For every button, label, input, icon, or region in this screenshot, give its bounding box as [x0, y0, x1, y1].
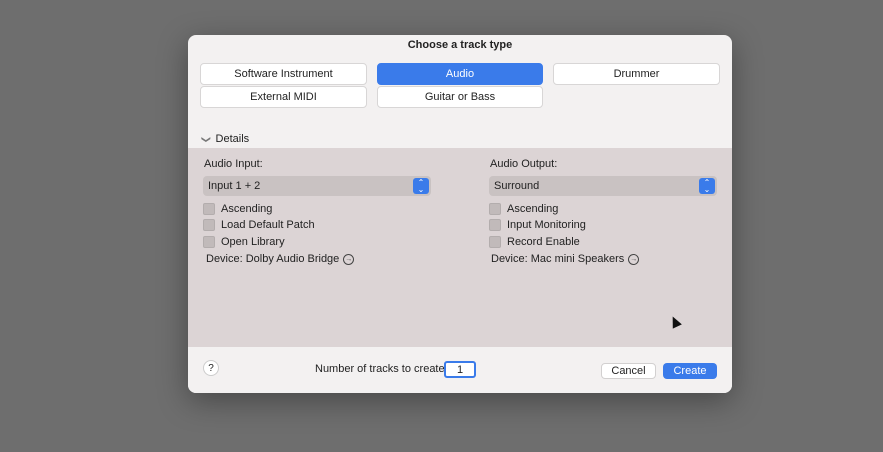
up-down-chevron-icon: ⌃ ⌄ [699, 178, 715, 194]
output-device-label: Device: Mac mini Speakers [491, 253, 625, 265]
output-device-link[interactable]: Device: Mac mini Speakers → [491, 253, 640, 265]
audio-input-label: Audio Input: [204, 158, 263, 170]
arrow-right-circle-icon: → [343, 253, 355, 265]
arrow-right-circle-icon: → [628, 253, 640, 265]
chevron-down-icon: ❯ [201, 135, 212, 143]
dialog-title: Choose a track type [407, 39, 513, 51]
help-button[interactable]: ? [203, 360, 219, 376]
details-disclosure[interactable]: ❯ Details [201, 133, 250, 145]
load-default-patch-checkbox[interactable]: Load Default Patch [203, 219, 315, 231]
audio-input-select[interactable]: Input 1 + 2 ⌃ ⌄ [203, 176, 431, 196]
track-type-drummer[interactable]: Drummer [553, 63, 720, 85]
checkbox-box [489, 236, 501, 248]
track-type-software-instrument[interactable]: Software Instrument [200, 63, 367, 85]
choose-track-type-dialog: Choose a track type Software Instrument … [188, 35, 732, 393]
checkbox-label: Ascending [507, 203, 559, 215]
up-down-chevron-icon: ⌃ ⌄ [413, 178, 429, 194]
checkbox-label: Load Default Patch [221, 219, 315, 231]
track-type-external-midi[interactable]: External MIDI [200, 86, 367, 108]
input-device-label: Device: Dolby Audio Bridge [206, 253, 340, 265]
checkbox-label: Input Monitoring [507, 219, 586, 231]
checkbox-label: Record Enable [507, 236, 580, 248]
audio-input-value: Input 1 + 2 [208, 180, 261, 192]
open-library-checkbox[interactable]: Open Library [203, 236, 285, 248]
track-type-guitar-or-bass[interactable]: Guitar or Bass [377, 86, 543, 108]
checkbox-box [203, 203, 215, 215]
checkbox-box [203, 236, 215, 248]
details-label: Details [215, 133, 250, 145]
checkbox-box [489, 203, 501, 215]
details-panel: Audio Input: Input 1 + 2 ⌃ ⌄ Ascending Lo… [188, 148, 732, 347]
input-monitoring-checkbox[interactable]: Input Monitoring [489, 219, 586, 231]
output-ascending-checkbox[interactable]: Ascending [489, 203, 558, 215]
checkbox-label: Ascending [221, 203, 273, 215]
checkbox-label: Open Library [221, 236, 285, 248]
cancel-button[interactable]: Cancel [601, 363, 656, 379]
track-count-input[interactable]: 1 [444, 361, 476, 378]
audio-output-select[interactable]: Surround ⌃ ⌄ [489, 176, 717, 196]
create-button[interactable]: Create [663, 363, 717, 379]
checkbox-box [203, 219, 215, 231]
track-count-label: Number of tracks to create: [315, 363, 448, 375]
dialog-footer: ? Number of tracks to create: 1 Cancel C… [188, 347, 732, 393]
track-type-audio[interactable]: Audio [377, 63, 543, 85]
audio-output-label: Audio Output: [490, 158, 558, 170]
checkbox-box [489, 219, 501, 231]
record-enable-checkbox[interactable]: Record Enable [489, 236, 580, 248]
input-ascending-checkbox[interactable]: Ascending [203, 203, 272, 215]
audio-output-value: Surround [494, 180, 540, 192]
input-device-link[interactable]: Device: Dolby Audio Bridge → [206, 253, 355, 265]
